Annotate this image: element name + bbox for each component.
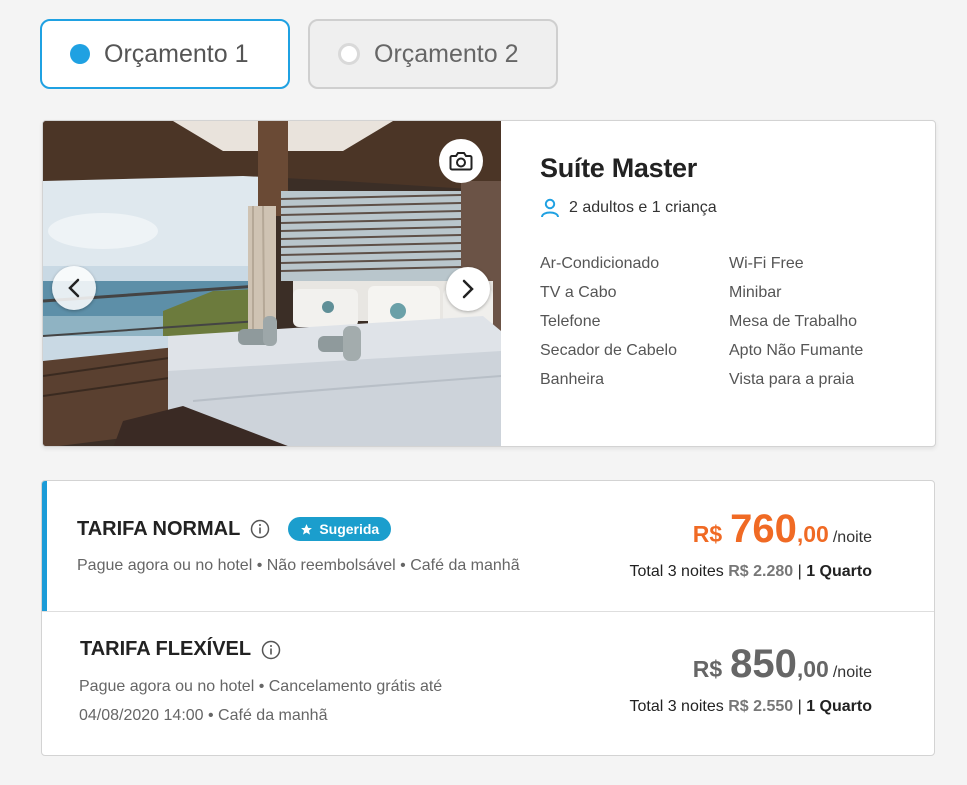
badge-label: Sugerida [319,521,380,537]
budget-tabs: Orçamento 1 Orçamento 2 [40,19,558,89]
star-icon [300,523,313,536]
tab-label: Orçamento 1 [104,39,249,68]
tab-orcamento-2[interactable]: Orçamento 2 [308,19,558,89]
total-value: R$ 2.280 [728,563,794,580]
price-currency: R$ [692,656,723,682]
amenity-item: Ar-Condicionado [540,255,660,272]
amenity-item: Vista para a praia [729,371,855,388]
tab-orcamento-1[interactable]: Orçamento 1 [40,19,290,89]
room-name: Suíte Master [540,153,697,183]
price-currency: R$ [692,521,723,547]
room-card: Suíte Master 2 adultos e 1 criança Ar-Co… [42,120,936,447]
person-icon [540,198,560,218]
room-info: Suíte Master 2 adultos e 1 criança Ar-Co… [540,153,915,389]
total-label: Total 3 noites [629,698,724,715]
rate-option-normal[interactable]: TARIFA NORMAL Sugerida Pague agora ou no… [42,481,934,611]
occupancy-text: 2 adultos e 1 criança [569,199,717,216]
radio-selected-icon [70,44,90,64]
total-value: R$ 2.550 [728,698,794,715]
camera-button[interactable] [439,139,483,183]
amenity-item: Wi-Fi Free [729,255,804,272]
amenity-item: Secador de Cabelo [540,342,677,359]
rate-title: TARIFA NORMAL Sugerida [77,517,392,541]
rate-total: Total 3 noites R$ 2.550 | 1 Quarto [629,698,872,716]
total-label: Total 3 noites [629,563,724,580]
tab-label: Orçamento 2 [374,39,519,68]
rate-description-line: Pague agora ou no hotel • Não reembolsáv… [77,557,520,574]
photo-prev-button[interactable] [52,266,96,310]
amenity-item: Minibar [729,284,782,301]
rate-option-flexivel[interactable]: TARIFA FLEXÍVEL Pague agora ou no hotel … [42,611,934,755]
rate-description-line: 04/08/2020 14:00 • Café da manhã [79,707,328,724]
camera-icon [449,151,473,171]
amenities-list: Ar-Condicionado Wi-Fi Free TV a Cabo Min… [540,254,915,389]
chevron-left-icon [67,278,81,298]
price-integer: 760 [730,507,797,551]
total-rooms: 1 Quarto [806,563,872,580]
amenity-item: Telefone [540,313,601,330]
amenity-item: Banheira [540,371,605,388]
rate-name: TARIFA FLEXÍVEL [80,638,252,660]
rate-description-line: Pague agora ou no hotel • Cancelamento g… [79,678,443,695]
occupancy: 2 adultos e 1 criança [540,198,915,218]
total-rooms: 1 Quarto [806,698,872,715]
rate-name: TARIFA NORMAL [77,517,241,540]
rate-price: R$ 760 ,00 /noite [693,507,872,552]
rate-price: R$ 850 ,00 /noite [693,642,872,687]
total-separator: | [797,698,802,715]
price-integer: 850 [730,642,797,686]
rate-description: Pague agora ou no hotel • Não reembolsáv… [77,551,520,580]
room-photo [43,121,501,446]
price-per-night: /noite [832,664,872,681]
rate-description: Pague agora ou no hotel • Cancelamento g… [79,672,442,730]
total-separator: | [797,563,802,580]
radio-unselected-icon [338,43,360,65]
price-decimals: ,00 [796,656,829,682]
info-icon[interactable] [250,519,270,539]
info-icon[interactable] [261,640,281,660]
photo-next-button[interactable] [446,267,490,311]
amenity-item: TV a Cabo [540,284,617,301]
rate-total: Total 3 noites R$ 2.280 | 1 Quarto [629,563,872,581]
rates-card: TARIFA NORMAL Sugerida Pague agora ou no… [41,480,935,756]
price-decimals: ,00 [796,521,829,547]
amenity-item: Apto Não Fumante [729,342,864,359]
rate-title: TARIFA FLEXÍVEL [80,638,281,661]
amenity-item: Mesa de Trabalho [729,313,858,330]
chevron-right-icon [461,279,475,299]
price-per-night: /noite [832,529,872,546]
suggested-badge: Sugerida [288,517,392,541]
